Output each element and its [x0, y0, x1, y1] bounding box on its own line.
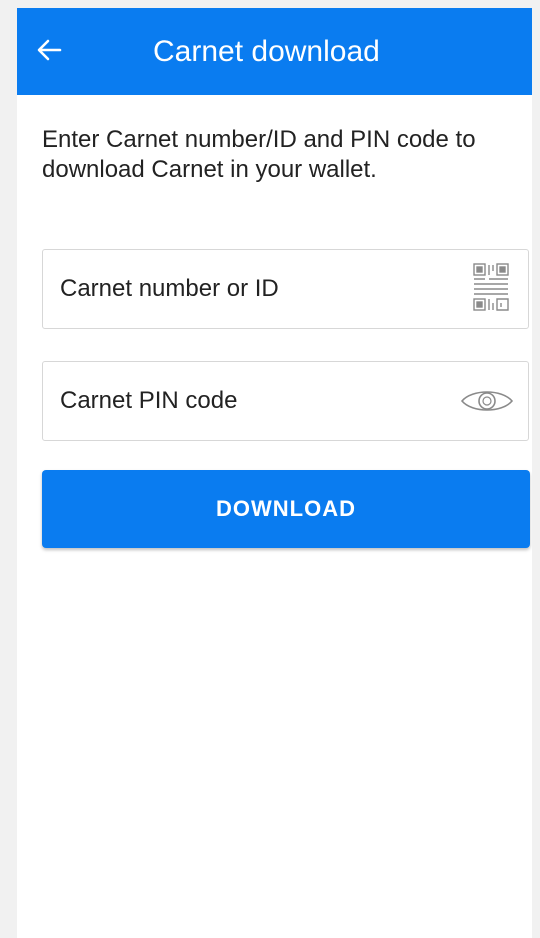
carnet-number-field[interactable] [42, 249, 529, 329]
instructions-text: Enter Carnet number/ID and PIN code to d… [42, 126, 476, 183]
screen: Carnet download Enter Carnet number/ID a… [17, 8, 532, 938]
app-bar: Carnet download [17, 8, 532, 95]
pin-code-field[interactable] [42, 361, 529, 441]
qr-code-scan-icon[interactable] [463, 263, 519, 315]
eye-icon[interactable] [459, 375, 515, 427]
download-button[interactable]: DOWNLOAD [42, 470, 530, 548]
carnet-number-input[interactable] [60, 250, 440, 328]
arrow-left-icon [36, 39, 62, 66]
page-title: Carnet download [153, 35, 380, 68]
pin-code-input[interactable] [60, 362, 440, 440]
back-button[interactable] [29, 32, 69, 72]
